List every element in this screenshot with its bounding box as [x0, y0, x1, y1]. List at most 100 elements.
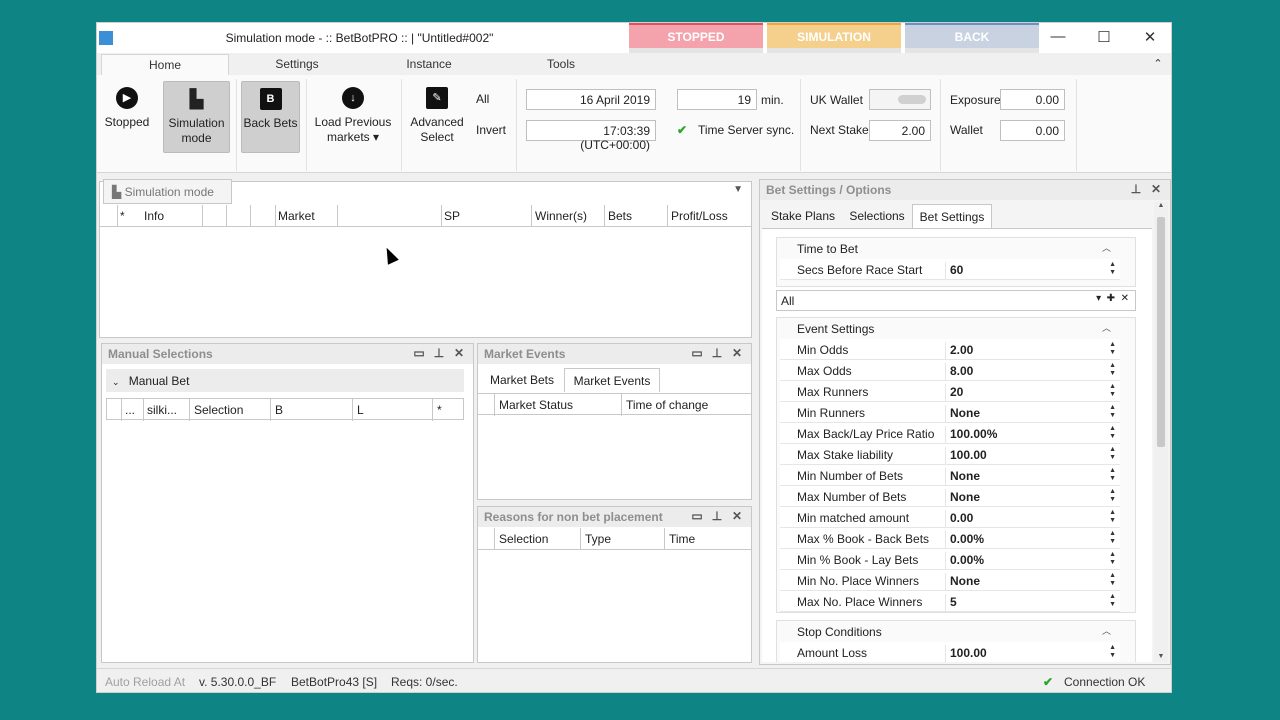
spinner-icon[interactable]: ▲ ▼: [1109, 446, 1116, 462]
col-time[interactable]: Time: [669, 532, 695, 546]
float-icon[interactable]: ▭: [409, 346, 429, 360]
spinner-icon[interactable]: ▲ ▼: [1109, 404, 1116, 420]
col-bets[interactable]: Bets: [608, 209, 632, 223]
event-settings-section[interactable]: Event Settings ︿: [777, 318, 1117, 339]
tab-selections[interactable]: Selections: [842, 204, 912, 228]
event-setting-row[interactable]: Min Odds 2.00 ▲ ▼: [780, 339, 1120, 360]
event-setting-row[interactable]: Min Number of Bets None ▲ ▼: [780, 465, 1120, 486]
setting-value[interactable]: 100.00%: [945, 426, 1117, 444]
close-icon[interactable]: ✕: [1146, 182, 1166, 196]
col-selection[interactable]: Selection: [194, 403, 243, 417]
spinner-icon[interactable]: ▲ ▼: [1109, 509, 1116, 525]
minutes-field[interactable]: 19: [677, 89, 757, 110]
col-time-of-change[interactable]: Time of change: [626, 398, 708, 412]
spinner-icon[interactable]: ▲ ▼: [1109, 530, 1116, 546]
col-info[interactable]: Info: [144, 209, 164, 223]
spinner-icon[interactable]: ▲ ▼: [1109, 551, 1116, 567]
spinner-icon[interactable]: ▲ ▼: [1109, 644, 1116, 660]
spinner-icon[interactable]: ▲ ▼: [1109, 572, 1116, 588]
scrollbar-thumb[interactable]: [1157, 217, 1165, 447]
spinner-icon[interactable]: ▲ ▼: [1109, 362, 1116, 378]
tab-instance[interactable]: Instance: [365, 54, 493, 75]
invert-button[interactable]: Invert: [476, 123, 506, 137]
col-more[interactable]: ...: [125, 403, 135, 417]
simulation-mode-button[interactable]: ▙ Simulation mode: [163, 81, 230, 153]
all-button[interactable]: All: [476, 92, 489, 106]
tab-home[interactable]: Home: [101, 54, 229, 75]
spinner-icon[interactable]: ▲ ▼: [1109, 341, 1116, 357]
tab-bet-settings[interactable]: Bet Settings: [912, 204, 992, 228]
pin-icon[interactable]: ⊥: [707, 346, 727, 360]
dropdown-arrow-icon[interactable]: ▼: [733, 184, 743, 195]
time-field[interactable]: 17:03:39 (UTC+00:00): [526, 120, 656, 152]
maximize-button[interactable]: ☐: [1081, 28, 1127, 48]
event-setting-row[interactable]: Max Runners 20 ▲ ▼: [780, 381, 1120, 402]
spinner-icon[interactable]: ▲ ▼: [1109, 261, 1116, 277]
col-star[interactable]: *: [120, 209, 125, 223]
float-icon[interactable]: ▭: [687, 346, 707, 360]
setting-value[interactable]: 20: [945, 384, 1117, 402]
stopped-button[interactable]: ▶ Stopped: [103, 81, 151, 167]
event-setting-row[interactable]: Min % Book - Lay Bets 0.00% ▲ ▼: [780, 549, 1120, 570]
spinner-icon[interactable]: ▲ ▼: [1109, 383, 1116, 399]
event-setting-row[interactable]: Max Odds 8.00 ▲ ▼: [780, 360, 1120, 381]
spinner-icon[interactable]: ▲ ▼: [1109, 488, 1116, 504]
event-setting-row[interactable]: Max Stake liability 100.00 ▲ ▼: [780, 444, 1120, 465]
pin-icon[interactable]: ⊥: [1126, 182, 1146, 196]
scrollbar[interactable]: ▲ ▼: [1154, 202, 1168, 662]
tab-market-bets[interactable]: Market Bets: [482, 368, 562, 392]
close-icon[interactable]: ✕: [727, 509, 747, 523]
close-button[interactable]: ✕: [1127, 28, 1171, 48]
setting-value[interactable]: 0.00%: [945, 552, 1117, 570]
setting-value[interactable]: 2.00: [945, 342, 1117, 360]
filter-actions[interactable]: ▾ ✚ ✕: [1096, 293, 1129, 304]
spinner-icon[interactable]: ▲ ▼: [1109, 593, 1116, 609]
pin-icon[interactable]: ⊥: [429, 346, 449, 360]
col-market[interactable]: Market: [278, 209, 315, 223]
event-setting-row[interactable]: Min matched amount 0.00 ▲ ▼: [780, 507, 1120, 528]
next-stake-field[interactable]: 2.00: [869, 120, 931, 141]
setting-value[interactable]: 100.00: [945, 447, 1117, 465]
date-field[interactable]: 16 April 2019: [526, 89, 656, 110]
setting-value[interactable]: 5: [945, 594, 1117, 612]
time-to-bet-section[interactable]: Time to Bet ︿: [777, 238, 1117, 259]
setting-value[interactable]: None: [945, 573, 1117, 591]
tab-simulation-mode[interactable]: ▙ Simulation mode: [103, 179, 232, 204]
event-setting-row[interactable]: Max Number of Bets None ▲ ▼: [780, 486, 1120, 507]
close-icon[interactable]: ✕: [449, 346, 469, 360]
spinner-icon[interactable]: ▲ ▼: [1109, 425, 1116, 441]
back-bets-button[interactable]: B Back Bets: [241, 81, 300, 153]
col-lay[interactable]: L: [357, 403, 364, 417]
setting-value[interactable]: 0.00: [945, 510, 1117, 528]
stop-conditions-section[interactable]: Stop Conditions ︿: [777, 621, 1117, 642]
secs-before-race-value[interactable]: 60: [945, 262, 1117, 280]
tab-settings[interactable]: Settings: [233, 54, 361, 75]
event-setting-row[interactable]: Max Back/Lay Price Ratio 100.00% ▲ ▼: [780, 423, 1120, 444]
advanced-select-button[interactable]: ✎ Advanced Select: [407, 81, 467, 167]
event-setting-row[interactable]: Min No. Place Winners None ▲ ▼: [780, 570, 1120, 591]
secs-before-race-row[interactable]: Secs Before Race Start 60 ▲ ▼: [780, 259, 1120, 280]
col-type[interactable]: Type: [585, 532, 611, 546]
scroll-down-icon[interactable]: ▼: [1154, 653, 1168, 660]
spinner-icon[interactable]: ▲ ▼: [1109, 467, 1116, 483]
event-setting-row[interactable]: Max No. Place Winners 5 ▲ ▼: [780, 591, 1120, 612]
setting-value[interactable]: 0.00%: [945, 531, 1117, 549]
setting-value[interactable]: None: [945, 405, 1117, 423]
collapse-ribbon-icon[interactable]: ⌃: [1147, 54, 1169, 75]
col-star[interactable]: *: [437, 403, 442, 417]
pin-icon[interactable]: ⊥: [707, 509, 727, 523]
load-previous-markets-button[interactable]: ↓ Load Previous markets ▾: [311, 81, 395, 167]
manual-bet-group[interactable]: ⌄ Manual Bet: [106, 369, 464, 392]
tab-stake-plans[interactable]: Stake Plans: [764, 204, 842, 228]
col-silks[interactable]: silki...: [147, 403, 177, 417]
col-back[interactable]: B: [275, 403, 283, 417]
filter-select[interactable]: All ▾ ✚ ✕: [776, 290, 1136, 311]
uk-wallet-toggle[interactable]: [869, 89, 931, 110]
tab-tools[interactable]: Tools: [497, 54, 625, 75]
event-setting-row[interactable]: Max % Book - Back Bets 0.00% ▲ ▼: [780, 528, 1120, 549]
col-market-status[interactable]: Market Status: [499, 398, 573, 412]
setting-value[interactable]: None: [945, 489, 1117, 507]
float-icon[interactable]: ▭: [687, 509, 707, 523]
amount-loss-value[interactable]: 100.00: [945, 645, 1117, 662]
amount-loss-row[interactable]: Amount Loss 100.00 ▲ ▼: [780, 642, 1120, 662]
